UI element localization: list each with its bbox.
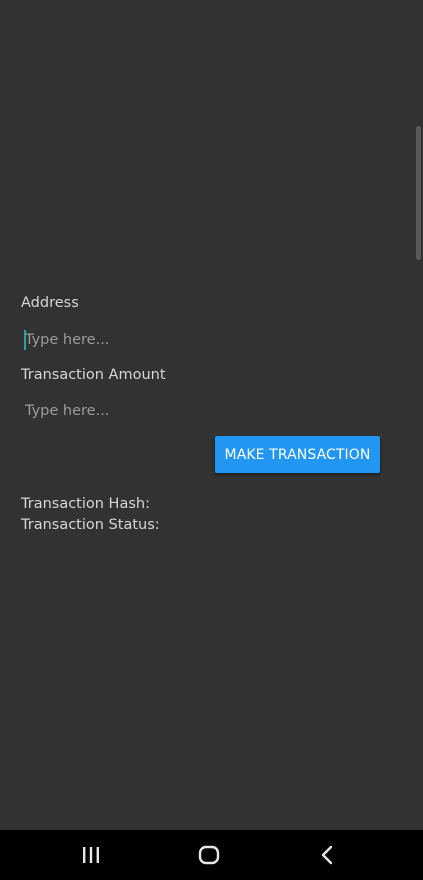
transaction-hash-label: Transaction Hash: xyxy=(21,496,150,512)
home-icon xyxy=(198,845,220,865)
recents-button[interactable] xyxy=(61,830,121,880)
make-transaction-button[interactable]: MAKE TRANSACTION xyxy=(215,436,380,473)
transaction-amount-label: Transaction Amount xyxy=(21,367,166,383)
app-screen: Address Transaction Amount MAKE TRANSACT… xyxy=(0,0,423,830)
back-button[interactable] xyxy=(297,830,357,880)
home-button[interactable] xyxy=(179,830,239,880)
recents-icon xyxy=(83,847,99,863)
transaction-status-label: Transaction Status: xyxy=(21,517,160,533)
back-icon xyxy=(321,845,333,865)
address-input[interactable] xyxy=(21,325,381,355)
address-label: Address xyxy=(21,295,79,311)
scrollbar[interactable] xyxy=(416,126,421,260)
transaction-amount-input[interactable] xyxy=(21,396,381,426)
text-cursor xyxy=(24,330,26,350)
system-navigation-bar xyxy=(0,830,423,880)
